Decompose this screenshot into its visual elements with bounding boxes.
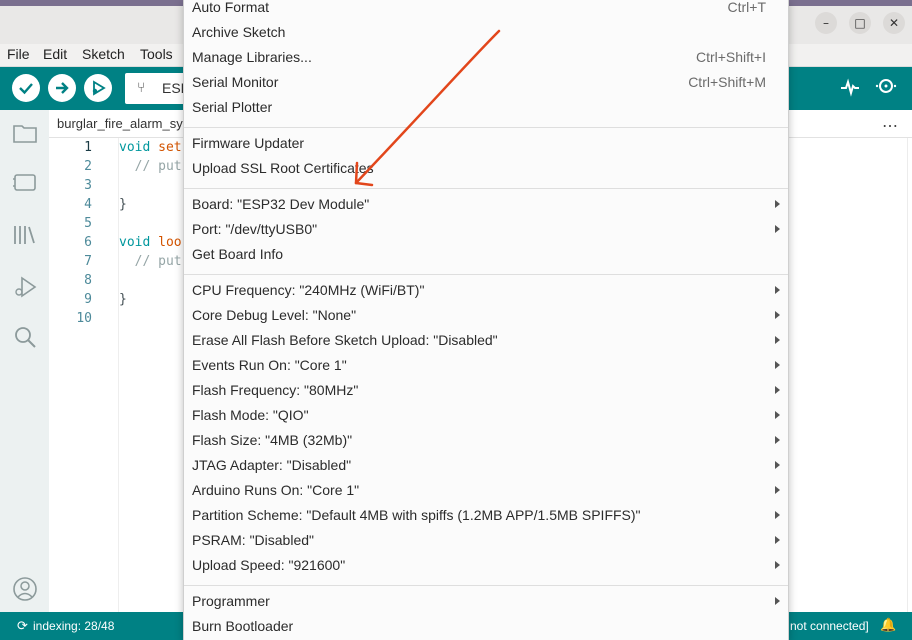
sync-icon: ⟳ xyxy=(17,618,28,633)
library-manager-icon[interactable] xyxy=(12,222,38,248)
serial-monitor-button[interactable] xyxy=(875,77,897,101)
menu-item-upload-speed[interactable]: Upload Speed: "921600" xyxy=(184,555,788,580)
submenu-arrow-icon xyxy=(775,597,780,605)
usb-icon: ⑂ xyxy=(137,80,146,96)
menu-file[interactable]: File xyxy=(7,46,30,62)
checkmark-icon xyxy=(19,83,33,95)
left-sidebar xyxy=(0,110,49,612)
tab-sketch-file[interactable]: burglar_fire_alarm_sy xyxy=(57,116,183,131)
search-icon[interactable] xyxy=(12,324,38,350)
menu-item-serial-monitor[interactable]: Serial Monitor Ctrl+Shift+M xyxy=(184,72,788,97)
line-number: 5 xyxy=(84,216,92,231)
sketchbook-folder-icon[interactable] xyxy=(12,120,38,146)
line-number: 3 xyxy=(84,178,92,193)
submenu-arrow-icon xyxy=(775,511,780,519)
debug-sidebar-icon[interactable] xyxy=(12,274,38,300)
submenu-arrow-icon xyxy=(775,536,780,544)
menu-tools[interactable]: Tools xyxy=(140,46,173,62)
menu-item-psram[interactable]: PSRAM: "Disabled" xyxy=(184,530,788,555)
serial-plotter-button[interactable] xyxy=(840,77,860,101)
menu-item-cpu-frequency[interactable]: CPU Frequency: "240MHz (WiFi/BT)" xyxy=(184,280,788,305)
submenu-arrow-icon xyxy=(775,225,780,233)
account-icon[interactable] xyxy=(12,576,38,602)
more-options-icon[interactable]: … xyxy=(882,112,898,131)
menu-item-flash-size[interactable]: Flash Size: "4MB (32Mb)" xyxy=(184,430,788,455)
verify-button[interactable] xyxy=(12,74,40,102)
line-number: 7 xyxy=(84,254,92,269)
menu-item-firmware-updater[interactable]: Firmware Updater xyxy=(184,133,788,158)
code-line: } xyxy=(119,197,127,212)
code-line: void loo xyxy=(119,235,182,250)
line-number: 6 xyxy=(84,235,92,250)
arrow-right-icon xyxy=(56,82,69,94)
menu-item-flash-frequency[interactable]: Flash Frequency: "80MHz" xyxy=(184,380,788,405)
menu-item-flash-mode[interactable]: Flash Mode: "QIO" xyxy=(184,405,788,430)
menu-sketch[interactable]: Sketch xyxy=(82,46,125,62)
connection-status: not connected] xyxy=(790,619,869,633)
menu-item-erase-flash[interactable]: Erase All Flash Before Sketch Upload: "D… xyxy=(184,330,788,355)
line-number: 9 xyxy=(84,292,92,307)
menu-item-serial-plotter[interactable]: Serial Plotter xyxy=(184,97,788,122)
menu-item-get-board-info[interactable]: Get Board Info xyxy=(184,244,788,269)
magnifier-dots-icon xyxy=(875,79,897,93)
line-number-gutter: 1 2 3 4 5 6 7 8 9 10 xyxy=(49,138,119,612)
boards-manager-icon[interactable] xyxy=(12,170,38,196)
pulse-icon xyxy=(841,78,859,97)
code-line: // put xyxy=(119,159,182,174)
menu-separator xyxy=(184,188,788,189)
menu-item-upload-ssl-certs[interactable]: Upload SSL Root Certificates xyxy=(184,158,788,183)
menu-item-board[interactable]: Board: "ESP32 Dev Module" xyxy=(184,194,788,219)
submenu-arrow-icon xyxy=(775,436,780,444)
debug-play-icon xyxy=(92,80,106,96)
maximize-button[interactable]: □ xyxy=(849,12,871,34)
menu-item-partition-scheme[interactable]: Partition Scheme: "Default 4MB with spif… xyxy=(184,505,788,530)
submenu-arrow-icon xyxy=(775,336,780,344)
submenu-arrow-icon xyxy=(775,561,780,569)
indexing-status: indexing: 28/48 xyxy=(33,619,115,633)
submenu-arrow-icon xyxy=(775,311,780,319)
menu-separator xyxy=(184,585,788,586)
tools-dropdown-menu: Auto Format Ctrl+T Archive Sketch Manage … xyxy=(183,0,789,640)
bell-icon[interactable]: 🔔 xyxy=(880,617,896,633)
menu-item-jtag-adapter[interactable]: JTAG Adapter: "Disabled" xyxy=(184,455,788,480)
menu-item-burn-bootloader[interactable]: Burn Bootloader xyxy=(184,616,788,640)
menu-separator xyxy=(184,127,788,128)
close-button[interactable]: ✕ xyxy=(883,12,905,34)
upload-button[interactable] xyxy=(48,74,76,102)
submenu-arrow-icon xyxy=(775,461,780,469)
menu-item-events-run-on[interactable]: Events Run On: "Core 1" xyxy=(184,355,788,380)
code-line: } xyxy=(119,292,127,307)
menu-item-auto-format[interactable]: Auto Format Ctrl+T xyxy=(184,0,788,22)
menu-item-manage-libraries[interactable]: Manage Libraries... Ctrl+Shift+I xyxy=(184,47,788,72)
menu-item-arduino-runs-on[interactable]: Arduino Runs On: "Core 1" xyxy=(184,480,788,505)
line-number: 8 xyxy=(84,273,92,288)
editor-ruler xyxy=(907,138,908,612)
submenu-arrow-icon xyxy=(775,286,780,294)
menu-item-core-debug-level[interactable]: Core Debug Level: "None" xyxy=(184,305,788,330)
debug-button[interactable] xyxy=(84,74,112,102)
code-line: void set xyxy=(119,140,182,155)
submenu-arrow-icon xyxy=(775,361,780,369)
minimize-button[interactable]: – xyxy=(815,12,837,34)
submenu-arrow-icon xyxy=(775,200,780,208)
menu-edit[interactable]: Edit xyxy=(43,46,67,62)
submenu-arrow-icon xyxy=(775,486,780,494)
menu-separator xyxy=(184,274,788,275)
line-number: 4 xyxy=(84,197,92,212)
menu-item-port[interactable]: Port: "/dev/ttyUSB0" xyxy=(184,219,788,244)
line-number: 2 xyxy=(84,159,92,174)
menu-item-archive-sketch[interactable]: Archive Sketch xyxy=(184,22,788,47)
line-number: 10 xyxy=(76,311,92,326)
line-number: 1 xyxy=(84,140,92,155)
submenu-arrow-icon xyxy=(775,386,780,394)
menu-item-programmer[interactable]: Programmer xyxy=(184,591,788,616)
code-line: // put xyxy=(119,254,182,269)
submenu-arrow-icon xyxy=(775,411,780,419)
